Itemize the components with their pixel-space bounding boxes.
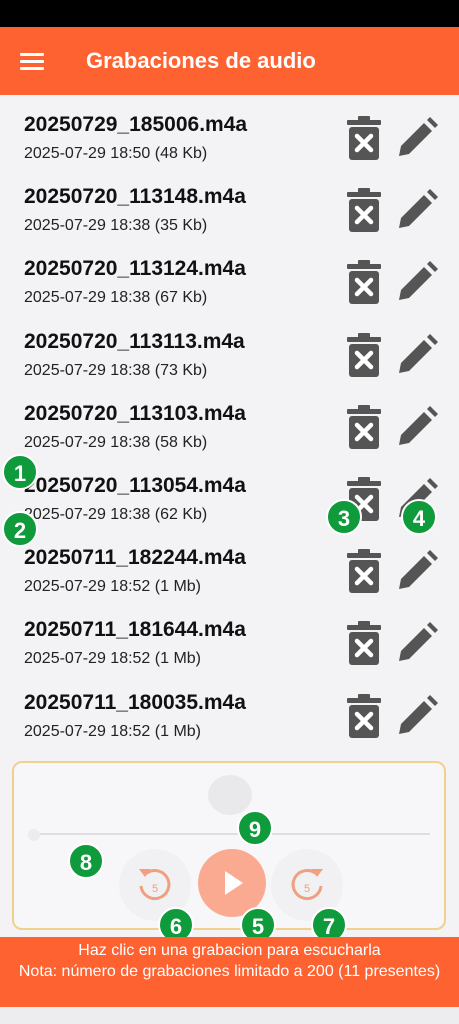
forward-5-label: 5 — [304, 883, 310, 895]
recording-row-5[interactable]: 20250720_113103.m4a 2025-07-29 18:38 (58… — [0, 394, 459, 466]
recording-meta: 2025-07-29 18:50 (48 Kb) — [24, 145, 208, 162]
navigation-bar — [0, 1007, 459, 1024]
seek-bar[interactable] — [28, 833, 430, 835]
delete-trash-icon[interactable] — [346, 404, 382, 450]
edit-pencil-icon[interactable] — [394, 620, 442, 666]
recording-name[interactable]: 20250720_113124.m4a — [24, 257, 246, 281]
app-bar: Grabaciones de audio — [0, 27, 459, 95]
recording-name[interactable]: 20250729_185006.m4a — [24, 113, 247, 137]
seek-handle[interactable] — [28, 829, 40, 841]
edit-pencil-icon[interactable] — [394, 693, 442, 739]
delete-trash-icon[interactable] — [346, 259, 382, 305]
edit-pencil-icon[interactable] — [394, 259, 442, 305]
recording-meta: 2025-07-29 18:52 (1 Mb) — [24, 722, 201, 740]
app-title: Grabaciones de audio — [86, 48, 316, 73]
edit-pencil-icon[interactable] — [394, 332, 442, 378]
recording-row-7[interactable]: 20250711_182244.m4a 2025-07-29 18:52 (1 … — [0, 538, 459, 610]
annotation-badge-4: 4 — [401, 499, 437, 535]
recording-meta: 2025-07-29 18:38 (67 Kb) — [24, 289, 208, 307]
recording-row-3[interactable]: 20250720_113124.m4a 2025-07-29 18:38 (67… — [0, 249, 459, 321]
edit-pencil-icon[interactable] — [394, 404, 442, 450]
recording-name[interactable]: 20250720_113113.m4a — [24, 330, 245, 354]
footer-hint: Haz clic en una grabacion para escucharl… — [78, 942, 381, 959]
delete-trash-icon[interactable] — [346, 620, 382, 666]
recording-name[interactable]: 20250720_113054.m4a — [24, 474, 246, 498]
footer-note: Nota: número de grabaciones limitado a 2… — [18, 963, 441, 980]
annotation-badge-9: 9 — [237, 810, 273, 846]
recording-row-8[interactable]: 20250711_181644.m4a 2025-07-29 18:52 (1 … — [0, 610, 459, 682]
recording-meta: 2025-07-29 18:52 (1 Mb) — [24, 650, 201, 668]
player-artwork — [208, 775, 252, 815]
delete-trash-icon[interactable] — [346, 332, 382, 378]
status-bar — [0, 0, 459, 27]
annotation-badge-3: 3 — [326, 499, 362, 535]
recording-meta: 2025-07-29 18:38 (58 Kb) — [24, 433, 208, 451]
delete-trash-icon[interactable] — [346, 115, 382, 161]
edit-pencil-icon[interactable] — [394, 115, 442, 161]
delete-trash-icon[interactable] — [346, 548, 382, 594]
recording-meta: 2025-07-29 18:38 (35 Kb) — [24, 217, 208, 235]
delete-trash-icon[interactable] — [346, 187, 382, 233]
annotation-badge-8: 8 — [68, 843, 104, 879]
recording-meta: 2025-07-29 18:38 (62 Kb) — [24, 505, 208, 523]
annotation-badge-1: 1 — [2, 454, 38, 490]
hamburger-menu-icon[interactable] — [20, 51, 46, 71]
recording-meta: 2025-07-29 18:52 (1 Mb) — [24, 578, 201, 596]
recording-row-9[interactable]: 20250711_180035.m4a 2025-07-29 18:52 (1 … — [0, 683, 459, 755]
footer-info: Haz clic en una grabacion para escucharl… — [0, 937, 459, 1007]
recording-row-4[interactable]: 20250720_113113.m4a 2025-07-29 18:38 (73… — [0, 322, 459, 394]
annotation-badge-2: 2 — [2, 511, 38, 547]
recording-name[interactable]: 20250711_180035.m4a — [24, 691, 246, 715]
recording-name[interactable]: 20250720_113148.m4a — [24, 185, 246, 209]
recording-meta: 2025-07-29 18:38 (73 Kb) — [24, 361, 208, 379]
recording-name[interactable]: 20250711_181644.m4a — [24, 618, 246, 642]
recording-name[interactable]: 20250720_113103.m4a — [24, 402, 246, 426]
recording-name[interactable]: 20250711_182244.m4a — [24, 546, 246, 570]
rewind-5-label: 5 — [152, 883, 158, 895]
recording-row-1[interactable]: 20250729_185006.m4a 2025-07-29 18:50 (48… — [0, 105, 459, 177]
edit-pencil-icon[interactable] — [394, 187, 442, 233]
recording-row-6[interactable]: 20250720_113054.m4a 2025-07-29 18:38 (62… — [0, 466, 459, 538]
recordings-list: 20250729_185006.m4a 2025-07-29 18:50 (48… — [0, 105, 459, 755]
delete-trash-icon[interactable] — [346, 693, 382, 739]
edit-pencil-icon[interactable] — [394, 548, 442, 594]
recording-row-2[interactable]: 20250720_113148.m4a 2025-07-29 18:38 (35… — [0, 177, 459, 249]
